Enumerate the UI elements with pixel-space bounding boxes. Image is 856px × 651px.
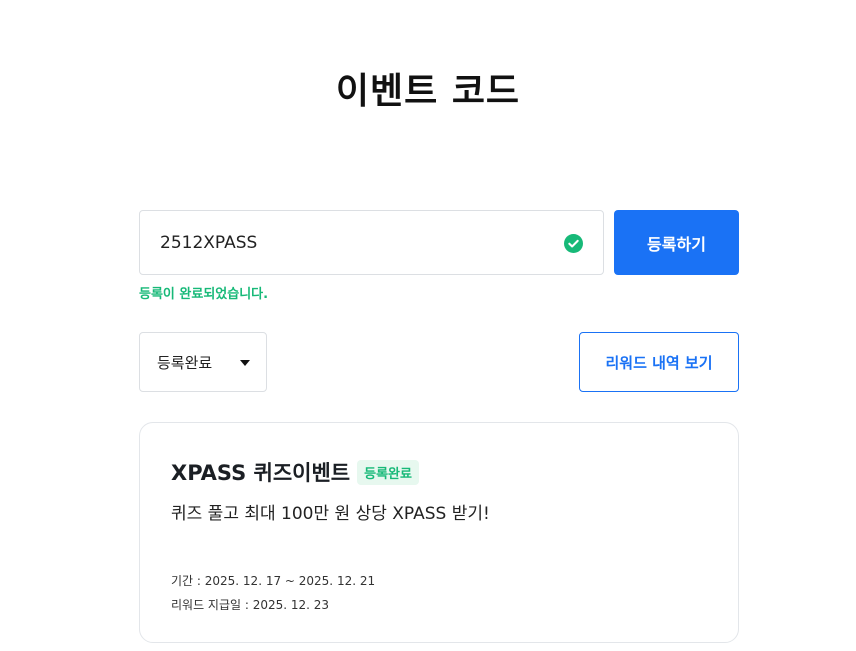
event-description: 퀴즈 풀고 최대 100만 원 상당 XPASS 받기! — [171, 504, 490, 524]
caret-down-icon — [240, 360, 250, 366]
success-message: 등록이 완료되었습니다. — [139, 287, 269, 302]
code-input-field[interactable] — [139, 210, 604, 275]
code-entry-row: 등록하기 — [139, 210, 739, 275]
event-period: 기간 : 2025. 12. 17 ~ 2025. 12. 21 — [171, 574, 376, 588]
status-filter-select[interactable]: 등록완료 — [139, 332, 267, 392]
view-rewards-button[interactable]: 리워드 내역 보기 — [579, 332, 739, 392]
status-badge: 등록완료 — [357, 459, 419, 485]
status-filter-value: 등록완료 — [157, 354, 213, 372]
event-title: XPASS 퀴즈이벤트 — [171, 461, 351, 485]
event-payout-date: 리워드 지급일 : 2025. 12. 23 — [171, 598, 330, 612]
event-code-page: 이벤트 코드 등록하기 등록이 완료되었습니다. 등록완료 리워드 내역 보기 … — [0, 0, 856, 651]
code-input[interactable] — [160, 211, 550, 274]
register-button[interactable]: 등록하기 — [614, 210, 739, 275]
event-card[interactable]: XPASS 퀴즈이벤트 등록완료 퀴즈 풀고 최대 100만 원 상당 XPAS… — [139, 422, 739, 643]
page-title: 이벤트 코드 — [335, 71, 521, 112]
check-circle-icon — [564, 234, 583, 253]
event-title-row: XPASS 퀴즈이벤트 등록완료 — [171, 457, 419, 487]
